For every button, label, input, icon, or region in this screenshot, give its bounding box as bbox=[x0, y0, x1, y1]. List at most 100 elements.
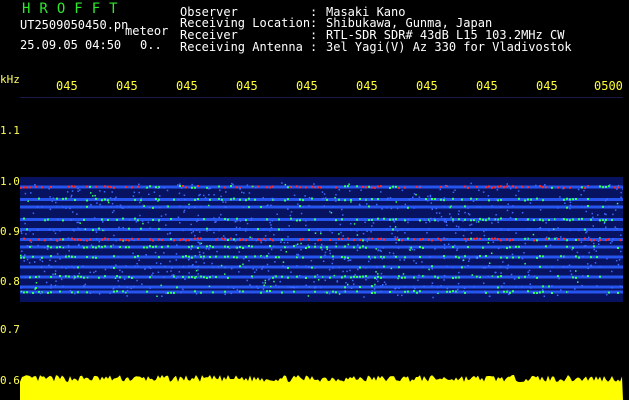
x-tick-label: 045 bbox=[356, 79, 378, 93]
signal-band bbox=[20, 245, 623, 249]
noise-speckle bbox=[341, 214, 344, 216]
noise-speckle bbox=[93, 217, 96, 219]
noise-speckle bbox=[140, 197, 143, 200]
noise-speckle bbox=[61, 266, 63, 269]
noise-speckle bbox=[333, 274, 336, 277]
noise-speckle bbox=[276, 213, 278, 216]
noise-speckle bbox=[71, 190, 74, 192]
y-tick-label: 0.9 bbox=[0, 225, 20, 238]
noise-speckle bbox=[267, 204, 269, 206]
noise-speckle bbox=[504, 255, 507, 258]
noise-speckle bbox=[136, 262, 138, 265]
noise-speckle bbox=[177, 276, 179, 278]
noise-speckle bbox=[399, 259, 401, 261]
noise-speckle bbox=[506, 289, 509, 292]
noise-speckle bbox=[323, 193, 326, 195]
noise-speckle bbox=[238, 237, 241, 240]
noise-speckle bbox=[189, 229, 192, 231]
noise-speckle bbox=[246, 222, 249, 225]
noise-speckle bbox=[617, 184, 620, 187]
noise-speckle bbox=[94, 270, 97, 273]
noise-speckle bbox=[177, 216, 180, 219]
noise-speckle bbox=[113, 198, 116, 200]
noise-speckle bbox=[321, 191, 324, 193]
noise-speckle bbox=[543, 295, 546, 298]
noise-speckle bbox=[335, 242, 337, 244]
noise-speckle bbox=[620, 191, 622, 194]
noise-speckle bbox=[308, 286, 311, 288]
noise-speckle bbox=[515, 194, 517, 197]
noise-speckle bbox=[105, 246, 108, 248]
noise-speckle bbox=[159, 227, 162, 230]
noise-speckle bbox=[457, 213, 460, 215]
noise-speckle bbox=[426, 232, 428, 234]
noise-speckle bbox=[112, 288, 115, 290]
noise-speckle bbox=[142, 204, 145, 207]
noise-speckle bbox=[492, 241, 495, 243]
noise-speckle bbox=[194, 234, 196, 237]
noise-speckle bbox=[242, 263, 244, 266]
noise-speckle bbox=[166, 233, 169, 235]
noise-speckle bbox=[484, 290, 486, 292]
noise-speckle bbox=[126, 289, 129, 292]
noise-speckle bbox=[264, 235, 267, 237]
noise-speckle bbox=[98, 240, 101, 243]
noise-speckle bbox=[300, 248, 302, 251]
noise-speckle bbox=[331, 262, 334, 265]
noise-speckle bbox=[182, 265, 185, 268]
noise-speckle bbox=[597, 214, 599, 216]
noise-speckle bbox=[176, 244, 178, 246]
noise-speckle bbox=[381, 284, 384, 286]
noise-speckle bbox=[347, 243, 350, 246]
noise-speckle bbox=[27, 200, 29, 202]
noise-speckle bbox=[125, 291, 127, 294]
noise-speckle bbox=[363, 296, 365, 298]
noise-speckle bbox=[236, 289, 239, 291]
noise-speckle bbox=[204, 197, 207, 199]
noise-speckle bbox=[323, 205, 325, 207]
noise-speckle bbox=[425, 221, 427, 224]
noise-speckle bbox=[488, 238, 491, 241]
meter-bar bbox=[20, 375, 623, 400]
noise-speckle bbox=[569, 207, 571, 210]
noise-speckle bbox=[115, 264, 117, 266]
noise-speckle bbox=[37, 244, 39, 247]
noise-speckle bbox=[26, 258, 29, 261]
noise-speckle bbox=[118, 226, 120, 229]
x-tick-label: 045 bbox=[416, 79, 438, 93]
noise-speckle bbox=[183, 209, 186, 212]
noise-speckle bbox=[122, 240, 124, 242]
noise-speckle bbox=[133, 191, 136, 194]
antenna-label: Receiving Antenna bbox=[180, 40, 303, 54]
noise-speckle bbox=[397, 294, 399, 296]
noise-speckle bbox=[556, 259, 559, 261]
noise-speckle bbox=[592, 216, 594, 219]
noise-speckle bbox=[287, 235, 289, 238]
noise-speckle bbox=[217, 237, 219, 240]
noise-speckle bbox=[454, 232, 457, 234]
noise-speckle bbox=[262, 197, 265, 199]
noise-speckle bbox=[611, 270, 613, 273]
noise-speckle bbox=[338, 293, 341, 295]
noise-speckle bbox=[300, 212, 303, 215]
noise-speckle bbox=[82, 239, 85, 242]
noise-speckle bbox=[72, 276, 74, 278]
noise-speckle bbox=[83, 285, 85, 288]
noise-speckle bbox=[54, 273, 57, 275]
noise-speckle bbox=[417, 276, 420, 279]
noise-speckle bbox=[503, 282, 505, 285]
file-name: UT2509050450.pn bbox=[20, 18, 129, 32]
noise-speckle bbox=[346, 283, 349, 286]
noise-speckle bbox=[362, 232, 365, 235]
noise-speckle bbox=[159, 206, 161, 209]
noise-speckle bbox=[336, 280, 339, 282]
noise-speckle bbox=[614, 209, 617, 211]
noise-speckle bbox=[423, 285, 425, 288]
noise-speckle bbox=[50, 266, 52, 268]
noise-speckle bbox=[507, 185, 510, 187]
noise-speckle bbox=[111, 202, 114, 205]
noise-speckle bbox=[343, 258, 346, 261]
noise-speckle bbox=[476, 257, 478, 260]
noise-speckle bbox=[496, 189, 499, 191]
noise-speckle bbox=[622, 286, 623, 289]
